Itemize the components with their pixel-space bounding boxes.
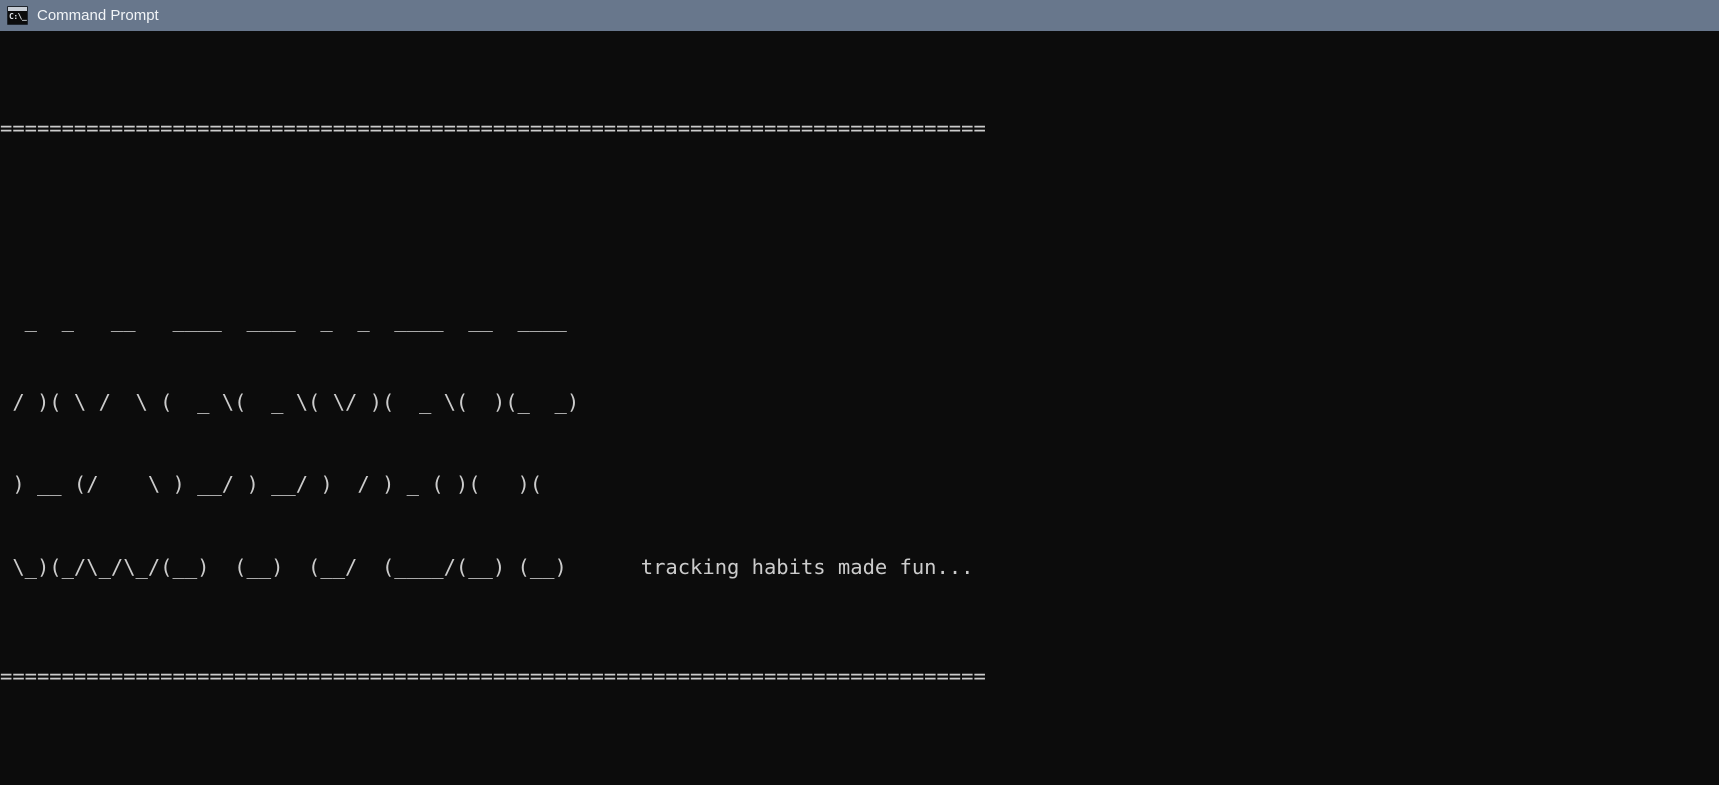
- separator-bottom: ========================================…: [0, 664, 986, 689]
- banner-tagline: tracking habits made fun...: [640, 554, 974, 579]
- ascii-banner-line-3: ) __ (/ \ ) __/ ) __/ ) / ) _ ( )( )(: [0, 472, 543, 497]
- console-output-area[interactable]: ========================================…: [0, 31, 1719, 785]
- ascii-banner-art: \_)(_/\_/\_/(__) (__) (__/ (____/(__) (_…: [0, 554, 567, 579]
- window-titlebar[interactable]: C:\_ Command Prompt: [0, 0, 1719, 31]
- separator-top: ========================================…: [0, 116, 986, 141]
- command-prompt-icon: C:\_: [7, 6, 28, 25]
- command-prompt-icon-glyph: C:\_: [9, 12, 27, 21]
- ascii-banner-line-2: / )( \ / \ ( _ \( _ \( \/ )( _ \( )(_ _): [0, 390, 580, 415]
- ascii-banner-line-1: _ _ __ ____ ____ _ _ ____ __ ____: [0, 308, 567, 333]
- banner-tagline-spacer: [567, 555, 641, 579]
- terminal-text: ========================================…: [0, 31, 1719, 785]
- ascii-banner-line-4: \_)(_/\_/\_/(__) (__) (__/ (____/(__) (_…: [0, 554, 1719, 581]
- window-title: Command Prompt: [37, 7, 159, 24]
